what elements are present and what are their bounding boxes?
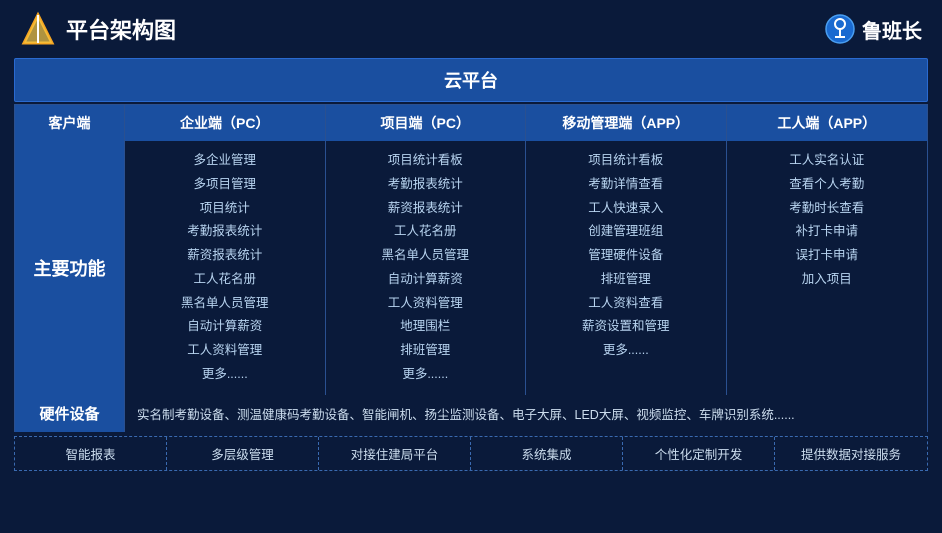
logo-icon (20, 11, 56, 47)
header: 平台架构图 鲁班长 (0, 0, 942, 58)
col-worker: 工人端（APP） (727, 105, 928, 141)
column-headers: 客户端 企业端（PC） 项目端（PC） 移动管理端（APP） 工人端（APP） (14, 104, 928, 141)
col-enterprise: 企业端（PC） (125, 105, 326, 141)
page-title: 平台架构图 (66, 13, 176, 45)
worker-features-cell: 工人实名认证 查看个人考勤 考勤时长查看 补打卡申请 误打卡申请 加入项目 (727, 141, 928, 395)
brand-icon (824, 13, 856, 45)
col-mobile-mgmt: 移动管理端（APP） (526, 105, 727, 141)
bottom-item-4: 个性化定制开发 (623, 437, 775, 470)
bottom-item-0: 智能报表 (15, 437, 167, 470)
hardware-content: 实名制考勤设备、测温健康码考勤设备、智能闸机、扬尘监测设备、电子大屏、LED大屏… (125, 395, 927, 432)
header-left: 平台架构图 (20, 11, 176, 47)
hardware-row-label: 硬件设备 (15, 395, 125, 432)
brand-logo: 鲁班长 (824, 13, 922, 45)
col-project: 项目端（PC） (326, 105, 527, 141)
project-features-cell: 项目统计看板 考勤报表统计 薪资报表统计 工人花名册 黑名单人员管理 自动计算薪… (326, 141, 527, 395)
bottom-item-1: 多层级管理 (167, 437, 319, 470)
col-client: 客户端 (15, 105, 125, 141)
bottom-row: 智能报表 多层级管理 对接住建局平台 系统集成 个性化定制开发 提供数据对接服务 (14, 436, 928, 471)
features-row: 主要功能 多企业管理 多项目管理 项目统计 考勤报表统计 薪资报表统计 工人花名… (14, 141, 928, 395)
main-content: 云平台 客户端 企业端（PC） 项目端（PC） 移动管理端（APP） 工人端（A… (0, 58, 942, 479)
enterprise-features-cell: 多企业管理 多项目管理 项目统计 考勤报表统计 薪资报表统计 工人花名册 黑名单… (125, 141, 326, 395)
features-row-label: 主要功能 (15, 141, 125, 395)
mobile-mgmt-features-cell: 项目统计看板 考勤详情查看 工人快速录入 创建管理班组 管理硬件设备 排班管理 … (526, 141, 727, 395)
hardware-row: 硬件设备 实名制考勤设备、测温健康码考勤设备、智能闸机、扬尘监测设备、电子大屏、… (14, 395, 928, 432)
bottom-item-2: 对接住建局平台 (319, 437, 471, 470)
cloud-platform-banner: 云平台 (14, 58, 928, 102)
bottom-item-3: 系统集成 (471, 437, 623, 470)
brand-name: 鲁班长 (862, 15, 922, 44)
bottom-item-5: 提供数据对接服务 (775, 437, 927, 470)
